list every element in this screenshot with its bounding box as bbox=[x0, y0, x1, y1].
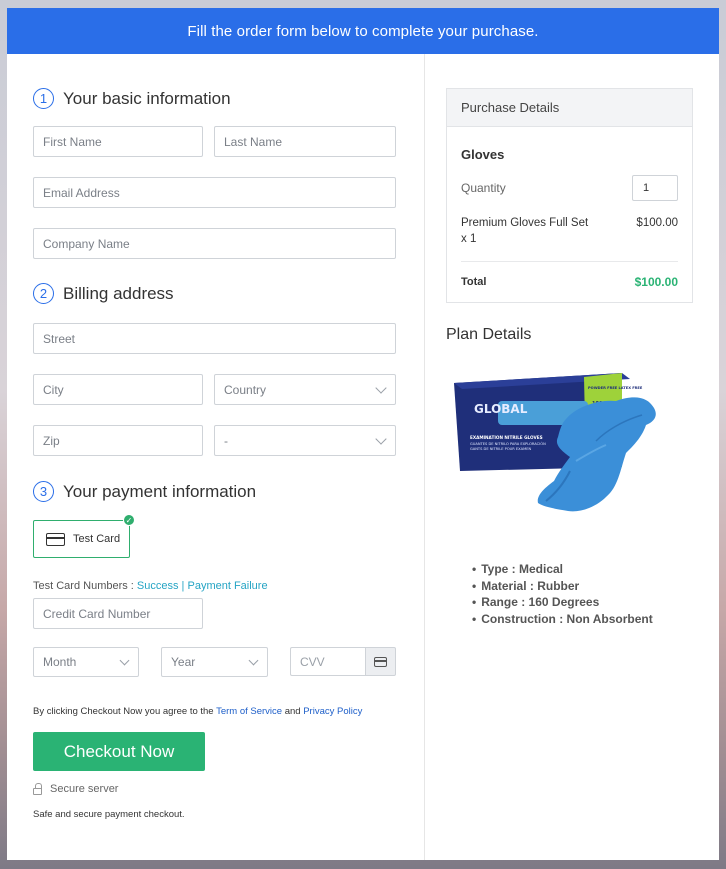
feature-item: Material : Rubber bbox=[472, 578, 693, 595]
year-select[interactable]: Year bbox=[161, 647, 268, 677]
feature-item: Type : Medical bbox=[472, 561, 693, 578]
purchase-details-card: Purchase Details Gloves Quantity 1 Premi… bbox=[446, 88, 693, 303]
test-card-label: Test Card bbox=[73, 533, 121, 545]
order-form: 1 Your basic information First Name Last… bbox=[7, 54, 424, 860]
terms-of-service-link[interactable]: Term of Service bbox=[216, 706, 282, 717]
section-title: Your basic information bbox=[63, 88, 231, 108]
terms-and: and bbox=[282, 706, 304, 717]
success-link[interactable]: Success bbox=[137, 580, 179, 592]
quantity-input[interactable]: 1 bbox=[632, 175, 678, 201]
summary-panel: Purchase Details Gloves Quantity 1 Premi… bbox=[425, 54, 719, 860]
order-form-page: Fill the order form below to complete yo… bbox=[7, 8, 719, 860]
test-card-option[interactable]: Test Card ✓ bbox=[33, 514, 135, 558]
state-select[interactable]: - bbox=[214, 425, 396, 456]
state-select-value: - bbox=[224, 433, 228, 448]
section-title: Billing address bbox=[63, 283, 174, 303]
box-badge: POWDER FREE LATEX FREE bbox=[588, 386, 643, 390]
step-number: 3 bbox=[33, 481, 54, 502]
total-label: Total bbox=[461, 276, 487, 288]
box-line3: GANTS DE NITRILE POUR EXAMEN bbox=[470, 447, 531, 451]
cvv-field[interactable]: CVV bbox=[290, 647, 365, 676]
checkmark-icon: ✓ bbox=[123, 514, 135, 526]
step-number: 1 bbox=[33, 88, 54, 109]
section-basic-info: 1 Your basic information bbox=[33, 88, 400, 109]
box-brand: GLOBAL bbox=[474, 402, 528, 416]
test-card-numbers: Test Card Numbers : Success | Payment Fa… bbox=[33, 580, 400, 592]
privacy-policy-link[interactable]: Privacy Policy bbox=[303, 706, 362, 717]
box-line2: GUANTES DE NITRILO PARA EXPLORACIÓN bbox=[470, 441, 546, 446]
cvv-card-icon bbox=[365, 647, 396, 676]
year-select-value: Year bbox=[171, 655, 196, 669]
city-field[interactable]: City bbox=[33, 374, 203, 405]
street-field[interactable]: Street bbox=[33, 323, 396, 354]
plan-details-title: Plan Details bbox=[446, 326, 532, 343]
chevron-down-icon bbox=[119, 655, 130, 666]
lock-icon bbox=[33, 782, 42, 795]
box-line1: EXAMINATION NITRILE GLOVES bbox=[470, 435, 543, 440]
terms-prefix: By clicking Checkout Now you agree to th… bbox=[33, 706, 217, 717]
last-name-field[interactable]: Last Name bbox=[214, 126, 396, 157]
cvv-group: CVV bbox=[290, 647, 396, 677]
zip-field[interactable]: Zip bbox=[33, 425, 203, 456]
company-field[interactable]: Company Name bbox=[33, 228, 396, 259]
total-amount: $100.00 bbox=[634, 275, 678, 289]
secure-server-note: Secure server bbox=[33, 782, 400, 795]
purchase-details-header: Purchase Details bbox=[447, 89, 692, 127]
line-item: Premium Gloves Full Set x 1 $100.00 bbox=[461, 215, 678, 262]
total-row: Total $100.00 bbox=[461, 262, 678, 302]
terms-text: By clicking Checkout Now you agree to th… bbox=[33, 706, 400, 717]
first-name-field[interactable]: First Name bbox=[33, 126, 203, 157]
test-numbers-label: Test Card Numbers : bbox=[33, 580, 137, 592]
country-select[interactable]: Country bbox=[214, 374, 396, 405]
section-payment: 3 Your payment information bbox=[33, 481, 400, 502]
credit-card-number-field[interactable]: Credit Card Number bbox=[33, 598, 203, 629]
chevron-down-icon bbox=[375, 433, 387, 445]
feature-item: Construction : Non Absorbent bbox=[472, 611, 693, 628]
product-image: GLOBAL EXAMINATION NITRILE GLOVES GUANTE… bbox=[446, 361, 670, 531]
month-select[interactable]: Month bbox=[33, 647, 139, 677]
email-field[interactable]: Email Address bbox=[33, 177, 396, 208]
credit-card-icon bbox=[46, 532, 65, 546]
chevron-down-icon bbox=[375, 382, 387, 394]
line-item-qty: x 1 bbox=[461, 233, 477, 245]
feature-item: Range : 160 Degrees bbox=[472, 594, 693, 611]
section-title: Your payment information bbox=[63, 481, 257, 501]
section-billing: 2 Billing address bbox=[33, 283, 400, 304]
quantity-label: Quantity bbox=[461, 181, 506, 195]
top-banner: Fill the order form below to complete yo… bbox=[7, 8, 719, 54]
line-item-price: $100.00 bbox=[636, 217, 678, 229]
line-item-name: Premium Gloves Full Set bbox=[461, 217, 589, 229]
month-select-value: Month bbox=[43, 655, 77, 669]
safe-checkout-note: Safe and secure payment checkout. bbox=[33, 809, 185, 820]
country-select-value: Country bbox=[224, 382, 267, 397]
product-name: Gloves bbox=[461, 147, 505, 162]
secure-server-label: Secure server bbox=[50, 783, 119, 795]
chevron-down-icon bbox=[248, 655, 259, 666]
checkout-now-button[interactable]: Checkout Now bbox=[33, 732, 205, 771]
payment-failure-link[interactable]: Payment Failure bbox=[187, 580, 267, 592]
step-number: 2 bbox=[33, 283, 54, 304]
plan-features: Type : Medical Material : Rubber Range :… bbox=[472, 561, 693, 627]
